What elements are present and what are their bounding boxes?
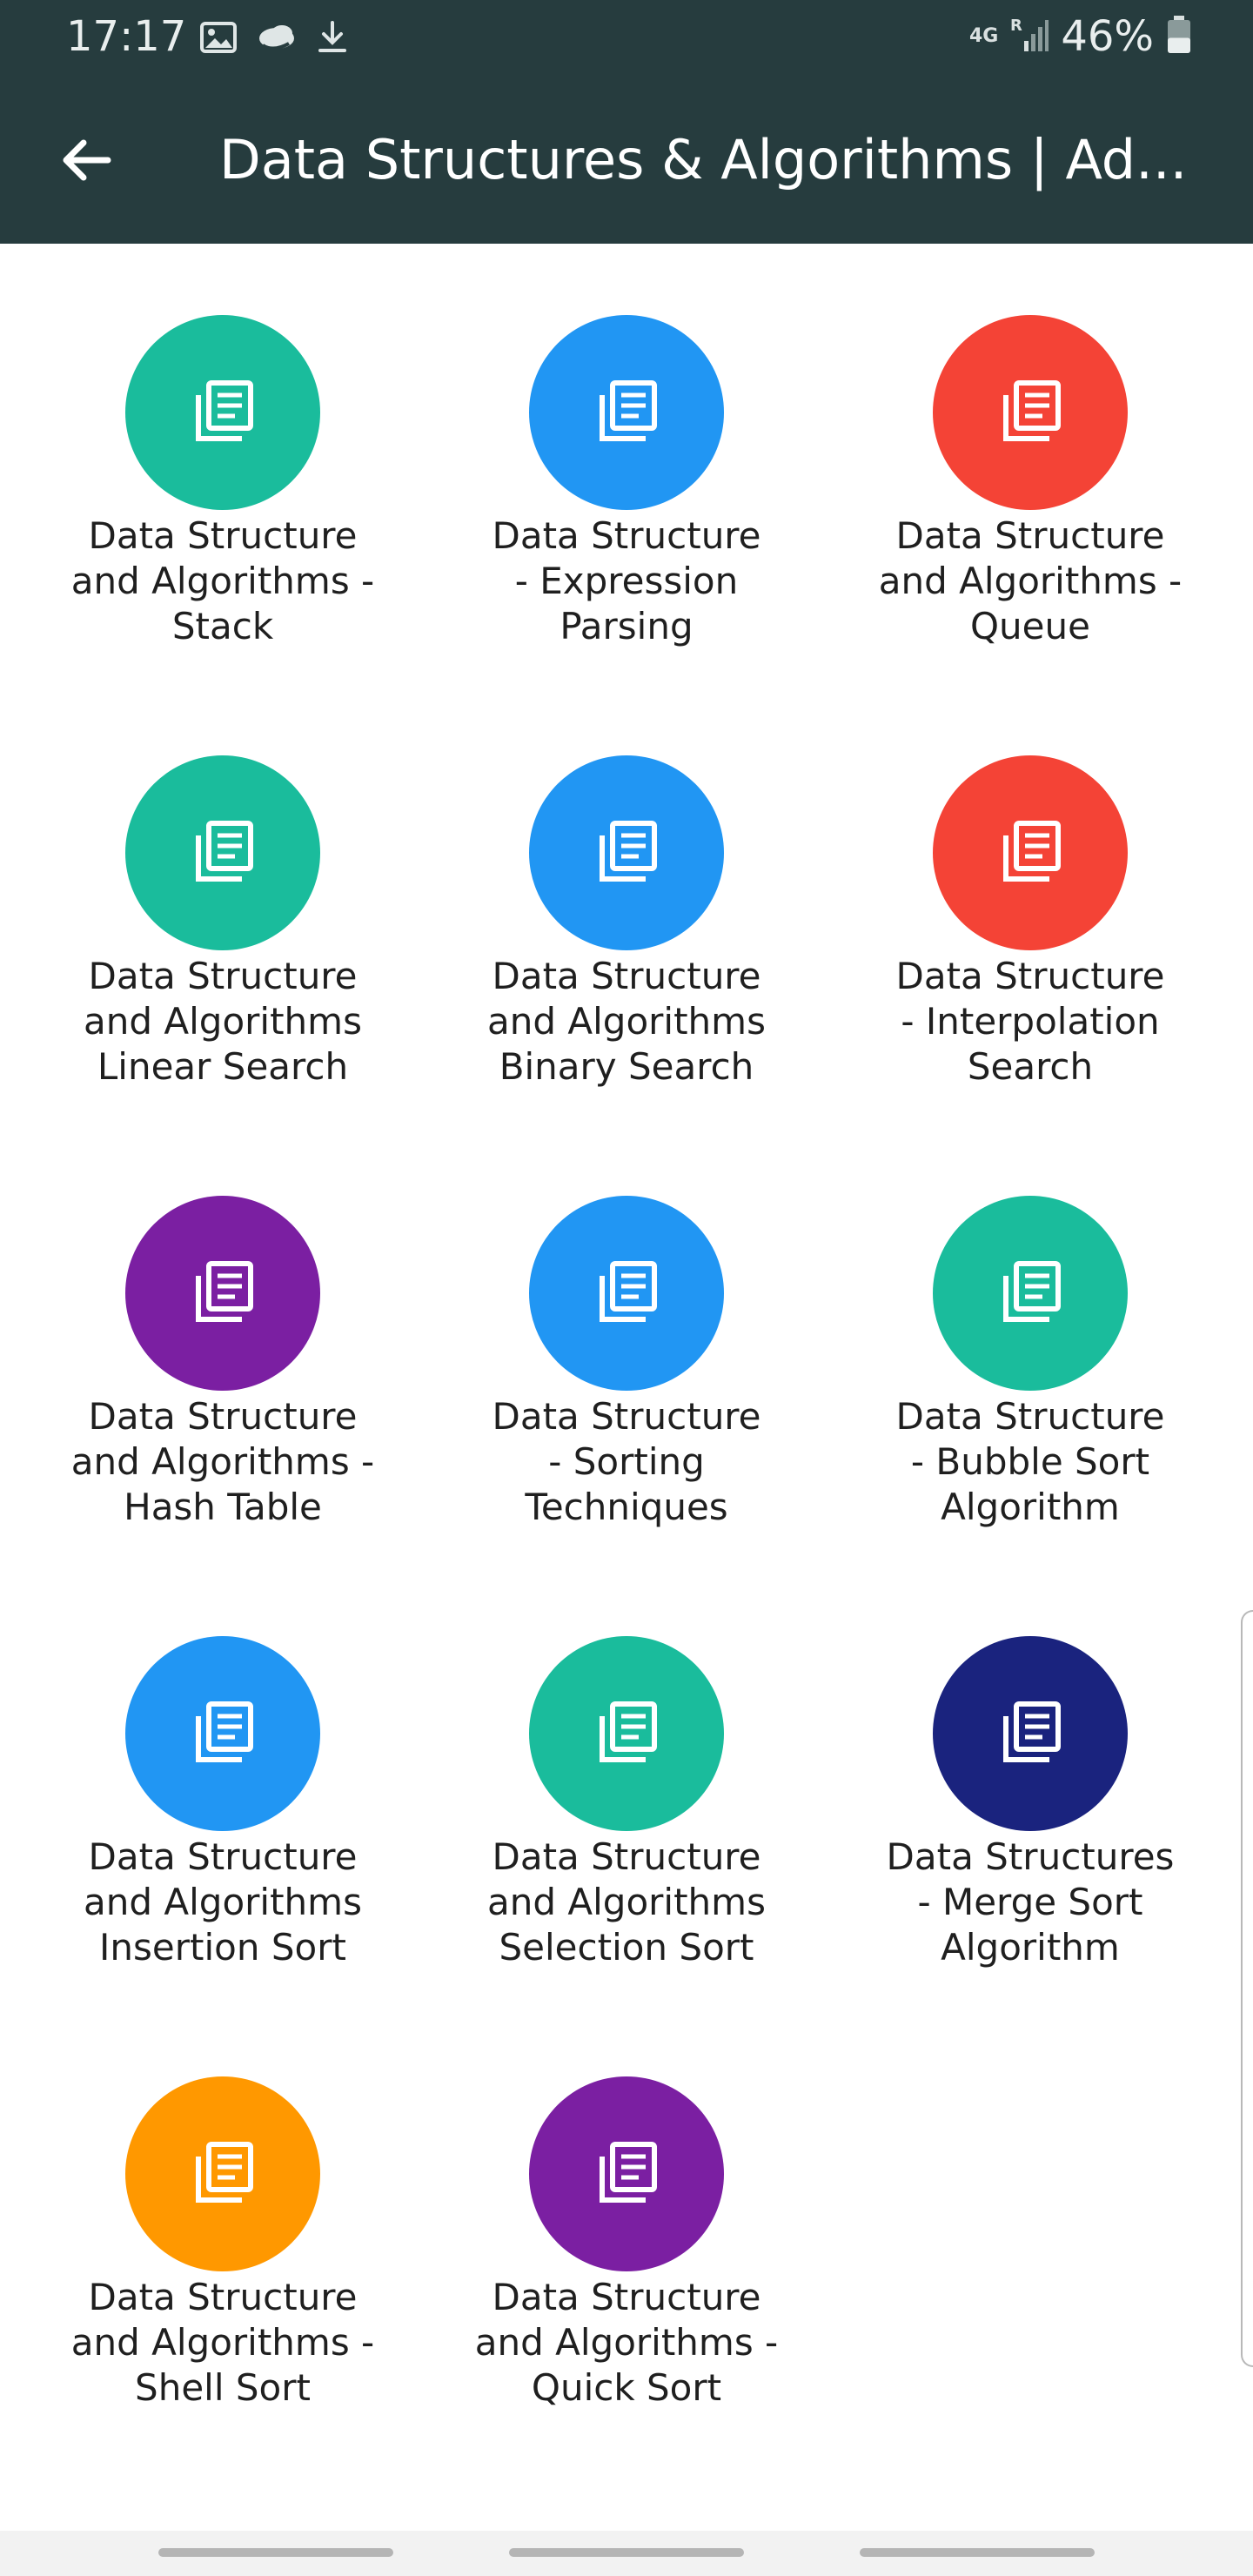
nav-back-pill[interactable] xyxy=(860,2548,1095,2557)
topic-icon-circle[interactable] xyxy=(529,1636,724,1831)
top-bar: 17:17 4G R 46% Data Structures & Algorit… xyxy=(0,0,1253,244)
topic-icon-circle[interactable] xyxy=(125,1636,320,1831)
topic-tile[interactable]: Data Structure - Bubble Sort Algorithm xyxy=(828,1124,1232,1528)
topic-tile[interactable]: Data Structure - Expression Parsing xyxy=(425,244,828,647)
app-bar: Data Structures & Algorithms | Ad... xyxy=(0,75,1253,244)
page-title: Data Structures & Algorithms | Ad... xyxy=(219,128,1188,191)
status-notification-icons xyxy=(200,17,348,57)
topic-tile[interactable]: Data Structure and Algorithms Selection … xyxy=(425,1565,828,1969)
topic-label: Data Structure - Sorting Techniques xyxy=(492,1395,761,1528)
status-right: 4G R 46% xyxy=(969,9,1192,64)
nav-home-pill[interactable] xyxy=(509,2548,744,2557)
document-stack-icon xyxy=(988,809,1072,896)
topic-label: Data Structure - Expression Parsing xyxy=(492,514,761,647)
topic-label: Data Structure and Algorithms - Hash Tab… xyxy=(70,1395,375,1528)
topic-tile[interactable]: Data Structure - Sorting Techniques xyxy=(425,1124,828,1528)
topic-label: Data Structure and Algorithms Insertion … xyxy=(84,1835,362,1969)
status-time: 17:17 xyxy=(66,12,187,61)
cloud-icon xyxy=(256,21,298,54)
document-stack-icon xyxy=(181,1250,265,1337)
topic-icon-circle[interactable] xyxy=(125,755,320,950)
scroll-indicator[interactable] xyxy=(1241,1610,1253,2367)
topic-icon-circle[interactable] xyxy=(529,2076,724,2271)
topic-label: Data Structure and Algorithms - Shell So… xyxy=(70,2276,375,2409)
document-stack-icon xyxy=(585,369,668,456)
system-nav-bar xyxy=(0,2531,1253,2576)
document-stack-icon xyxy=(988,1690,1072,1777)
topic-label: Data Structure and Algorithms - Queue xyxy=(878,514,1183,647)
back-button[interactable] xyxy=(45,118,129,202)
topic-icon-circle[interactable] xyxy=(933,1636,1128,1831)
topic-icon-circle[interactable] xyxy=(529,1196,724,1391)
topic-icon-circle[interactable] xyxy=(933,1196,1128,1391)
topic-tile[interactable]: Data Structure and Algorithms - Hash Tab… xyxy=(21,1124,425,1528)
topic-icon-circle[interactable] xyxy=(529,315,724,510)
document-stack-icon xyxy=(181,809,265,896)
topic-label: Data Structure and Algorithms Selection … xyxy=(487,1835,766,1969)
topic-icon-circle[interactable] xyxy=(125,2076,320,2271)
topic-label: Data Structure and Algorithms - Quick So… xyxy=(474,2276,779,2409)
document-stack-icon xyxy=(585,1690,668,1777)
status-bar: 17:17 4G R 46% xyxy=(0,0,1253,75)
topic-label: Data Structure and Algorithms - Stack xyxy=(70,514,375,647)
topic-label: Data Structure - Interpolation Search xyxy=(895,955,1165,1088)
topic-tile[interactable]: Data Structures - Merge Sort Algorithm xyxy=(828,1565,1232,1969)
back-arrow-icon xyxy=(63,139,111,181)
topic-icon-circle[interactable] xyxy=(529,755,724,950)
document-stack-icon xyxy=(181,1690,265,1777)
topic-tile[interactable]: Data Structure and Algorithms - Shell So… xyxy=(21,2005,425,2409)
roaming-label: R xyxy=(1010,17,1022,35)
image-icon xyxy=(200,21,237,54)
battery-icon xyxy=(1166,15,1192,58)
document-stack-icon xyxy=(585,1250,668,1337)
document-stack-icon xyxy=(988,369,1072,456)
topic-tile[interactable]: Data Structure and Algorithms - Queue xyxy=(828,244,1232,647)
topic-icon-circle[interactable] xyxy=(933,755,1128,950)
topic-tile[interactable]: Data Structure and Algorithms - Stack xyxy=(21,244,425,647)
document-stack-icon xyxy=(181,369,265,456)
topic-tile[interactable]: Data Structure and Algorithms Linear Sea… xyxy=(21,684,425,1088)
nav-recents-pill[interactable] xyxy=(158,2548,393,2557)
topic-icon-circle[interactable] xyxy=(125,1196,320,1391)
topic-label: Data Structure - Bubble Sort Algorithm xyxy=(895,1395,1165,1528)
topic-tile[interactable]: Data Structure and Algorithms Binary Sea… xyxy=(425,684,828,1088)
topic-label: Data Structures - Merge Sort Algorithm xyxy=(886,1835,1175,1969)
topic-tile[interactable]: Data Structure and Algorithms - Quick So… xyxy=(425,2005,828,2409)
document-stack-icon xyxy=(585,809,668,896)
network-type-label: 4G xyxy=(968,25,999,47)
topic-tile[interactable]: Data Structure - Interpolation Search xyxy=(828,684,1232,1088)
topic-icon-circle[interactable] xyxy=(125,315,320,510)
download-icon xyxy=(317,19,348,56)
topic-icon-circle[interactable] xyxy=(933,315,1128,510)
signal-icon: R xyxy=(1010,17,1049,57)
document-stack-icon xyxy=(181,2130,265,2217)
topic-label: Data Structure and Algorithms Linear Sea… xyxy=(84,955,362,1088)
document-stack-icon xyxy=(988,1250,1072,1337)
battery-percent: 46% xyxy=(1061,12,1154,61)
topic-tile[interactable]: Data Structure and Algorithms Insertion … xyxy=(21,1565,425,1969)
topic-label: Data Structure and Algorithms Binary Sea… xyxy=(487,955,766,1088)
document-stack-icon xyxy=(585,2130,668,2217)
